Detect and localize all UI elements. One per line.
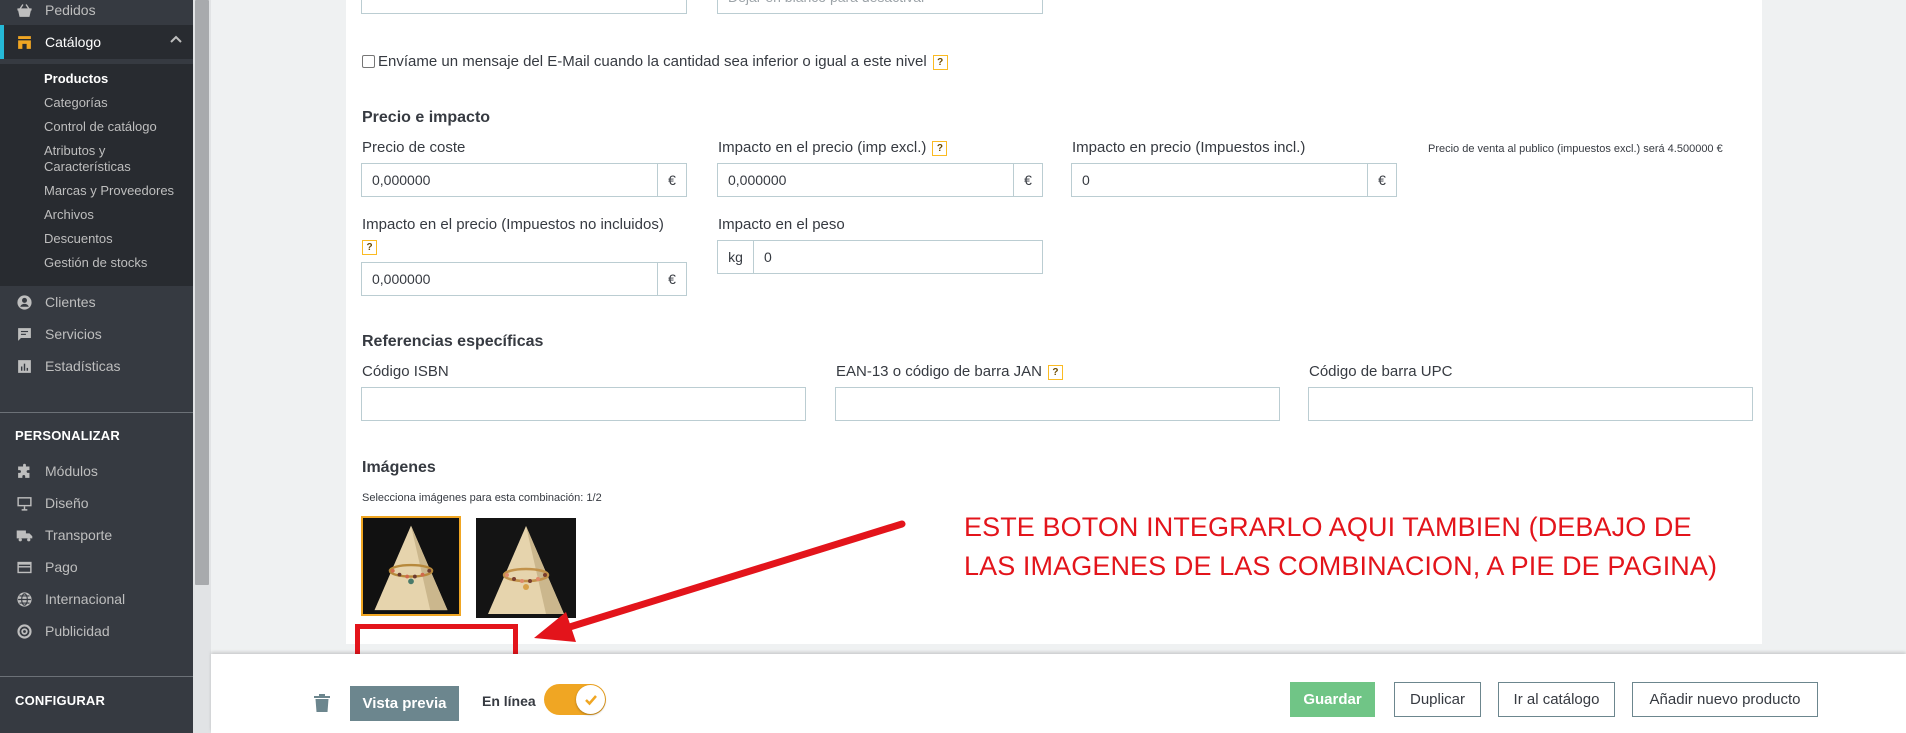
isbn-label: Código ISBN: [362, 363, 449, 380]
sidebar-item-label: Pago: [45, 559, 78, 575]
duplicate-button[interactable]: Duplicar: [1394, 682, 1481, 717]
currency-addon: €: [1013, 163, 1043, 197]
impact-excl-input[interactable]: 0,000000: [717, 163, 1014, 197]
user-icon: [15, 293, 33, 311]
threshold-input[interactable]: [361, 0, 687, 14]
truck-icon: [15, 526, 33, 544]
combination-image-1[interactable]: [361, 516, 461, 616]
impact-excl-label: Impacto en el precio (imp excl.)?: [718, 139, 948, 156]
sidebar-item-label: Servicios: [45, 326, 102, 342]
submenu-item-archivos[interactable]: Archivos: [44, 207, 189, 223]
weight-impact-input[interactable]: 0: [753, 240, 1043, 274]
section-configurar: CONFIGURAR: [15, 693, 106, 708]
store-icon: [15, 33, 33, 51]
toggle-knob: [576, 685, 605, 714]
product-footer-bar: Vista previa En línea Guardar Duplicar I…: [211, 654, 1906, 733]
target-icon: [15, 622, 33, 640]
sidebar-item-publicidad[interactable]: Publicidad: [0, 615, 193, 647]
sidebar-divider: [0, 412, 193, 413]
bar-chart-icon: [15, 357, 33, 375]
sidebar-item-diseno[interactable]: Diseño: [0, 487, 193, 519]
puzzle-icon: [15, 462, 33, 480]
submenu-item-marcas[interactable]: Marcas y Proveedores: [44, 183, 189, 199]
impact-incl-label: Impacto en precio (Impuestos incl.): [1072, 139, 1306, 156]
email-alert-checkbox[interactable]: [362, 55, 375, 68]
sidebar-item-label: Catálogo: [45, 34, 102, 50]
chat-icon: [15, 325, 33, 343]
sidebar-divider: [0, 676, 193, 677]
sidebar-item-label: Clientes: [45, 294, 96, 310]
sidebar-item-label: Transporte: [45, 527, 113, 543]
help-icon[interactable]: ?: [932, 140, 948, 156]
add-new-product-button[interactable]: Añadir nuevo producto: [1632, 682, 1818, 717]
impact-no-tax-label: Impacto en el precio (Impuestos no inclu…: [362, 216, 664, 233]
chevron-up-icon: [169, 33, 183, 47]
upc-label: Código de barra UPC: [1309, 363, 1453, 380]
help-icon[interactable]: ?: [1047, 364, 1063, 380]
catalog-submenu: Productos Categorías Control de catálogo…: [0, 64, 193, 286]
sidebar: Pedidos Catálogo Productos Categorías Co…: [0, 0, 193, 733]
sidebar-item-pago[interactable]: Pago: [0, 551, 193, 583]
email-alert-label: Envíame un mensaje del E-Mail cuando la …: [378, 53, 948, 70]
annotation-text: ESTE BOTON INTEGRARLO AQUI TAMBIEN (DEBA…: [964, 512, 1718, 581]
online-toggle[interactable]: [544, 684, 606, 715]
annotation-arrow: [534, 520, 906, 642]
submenu-item-stocks[interactable]: Gestión de stocks: [44, 255, 189, 271]
submenu-item-atributos[interactable]: Atributos y Características: [44, 143, 189, 175]
cost-price-label: Precio de coste: [362, 139, 466, 156]
online-label: En línea: [482, 693, 536, 709]
currency-addon: €: [657, 262, 687, 296]
final-price-note: Precio de venta al publico (impuestos ex…: [1428, 143, 1723, 155]
basket-icon: [15, 1, 33, 19]
globe-icon: [15, 590, 33, 608]
sidebar-item-estadisticas[interactable]: Estadísticas: [0, 350, 193, 382]
price-section-title: Precio e impacto: [362, 109, 491, 126]
help-icon[interactable]: ?: [362, 240, 377, 255]
submenu-item-control-catalogo[interactable]: Control de catálogo: [44, 119, 189, 135]
images-section-title: Imágenes: [362, 459, 436, 476]
submenu-item-productos[interactable]: Productos: [44, 71, 189, 87]
help-icon[interactable]: ?: [932, 54, 948, 70]
trash-icon[interactable]: [314, 694, 330, 716]
preview-button[interactable]: Vista previa: [350, 686, 459, 721]
ean-input[interactable]: [835, 387, 1280, 421]
sidebar-item-label: Módulos: [45, 463, 98, 479]
sidebar-item-pedidos[interactable]: Pedidos: [0, 0, 193, 26]
sidebar-item-internacional[interactable]: Internacional: [0, 583, 193, 615]
sidebar-item-label: Internacional: [45, 591, 126, 607]
low-stock-level-input[interactable]: Dejar en blanco para desactivar: [717, 0, 1043, 14]
isbn-input[interactable]: [361, 387, 806, 421]
currency-addon: €: [657, 163, 687, 197]
ring-on-cone-image: [363, 518, 459, 614]
impact-incl-input[interactable]: 0: [1071, 163, 1368, 197]
weight-impact-label: Impacto en el peso: [718, 216, 845, 233]
ean-label: EAN-13 o código de barra JAN?: [836, 363, 1063, 380]
monitor-icon: [15, 494, 33, 512]
images-hint: Selecciona imágenes para esta combinació…: [362, 492, 602, 504]
save-button[interactable]: Guardar: [1290, 682, 1375, 717]
sidebar-item-label: Pedidos: [45, 2, 96, 18]
section-personalizar: PERSONALIZAR: [15, 428, 120, 443]
impact-no-tax-input[interactable]: 0,000000: [361, 262, 658, 296]
submenu-item-descuentos[interactable]: Descuentos: [44, 231, 189, 247]
check-icon: [584, 694, 597, 705]
upc-input[interactable]: [1308, 387, 1753, 421]
sidebar-item-label: Publicidad: [45, 623, 110, 639]
cost-price-input[interactable]: 0,000000: [361, 163, 658, 197]
sidebar-item-servicios[interactable]: Servicios: [0, 318, 193, 350]
sidebar-item-label: Estadísticas: [45, 358, 121, 374]
sidebar-item-catalogo[interactable]: Catálogo: [0, 25, 193, 59]
go-to-catalog-button[interactable]: Ir al catálogo: [1498, 682, 1615, 717]
currency-addon: €: [1367, 163, 1397, 197]
sidebar-item-label: Diseño: [45, 495, 89, 511]
credit-card-icon: [15, 558, 33, 576]
sidebar-scrollbar-thumb[interactable]: [195, 0, 209, 585]
references-section-title: Referencias específicas: [362, 333, 544, 350]
sidebar-item-clientes[interactable]: Clientes: [0, 286, 193, 318]
submenu-item-categorias[interactable]: Categorías: [44, 95, 189, 111]
sidebar-item-transporte[interactable]: Transporte: [0, 519, 193, 551]
sidebar-item-modulos[interactable]: Módulos: [0, 455, 193, 487]
weight-unit-addon: kg: [717, 240, 754, 274]
